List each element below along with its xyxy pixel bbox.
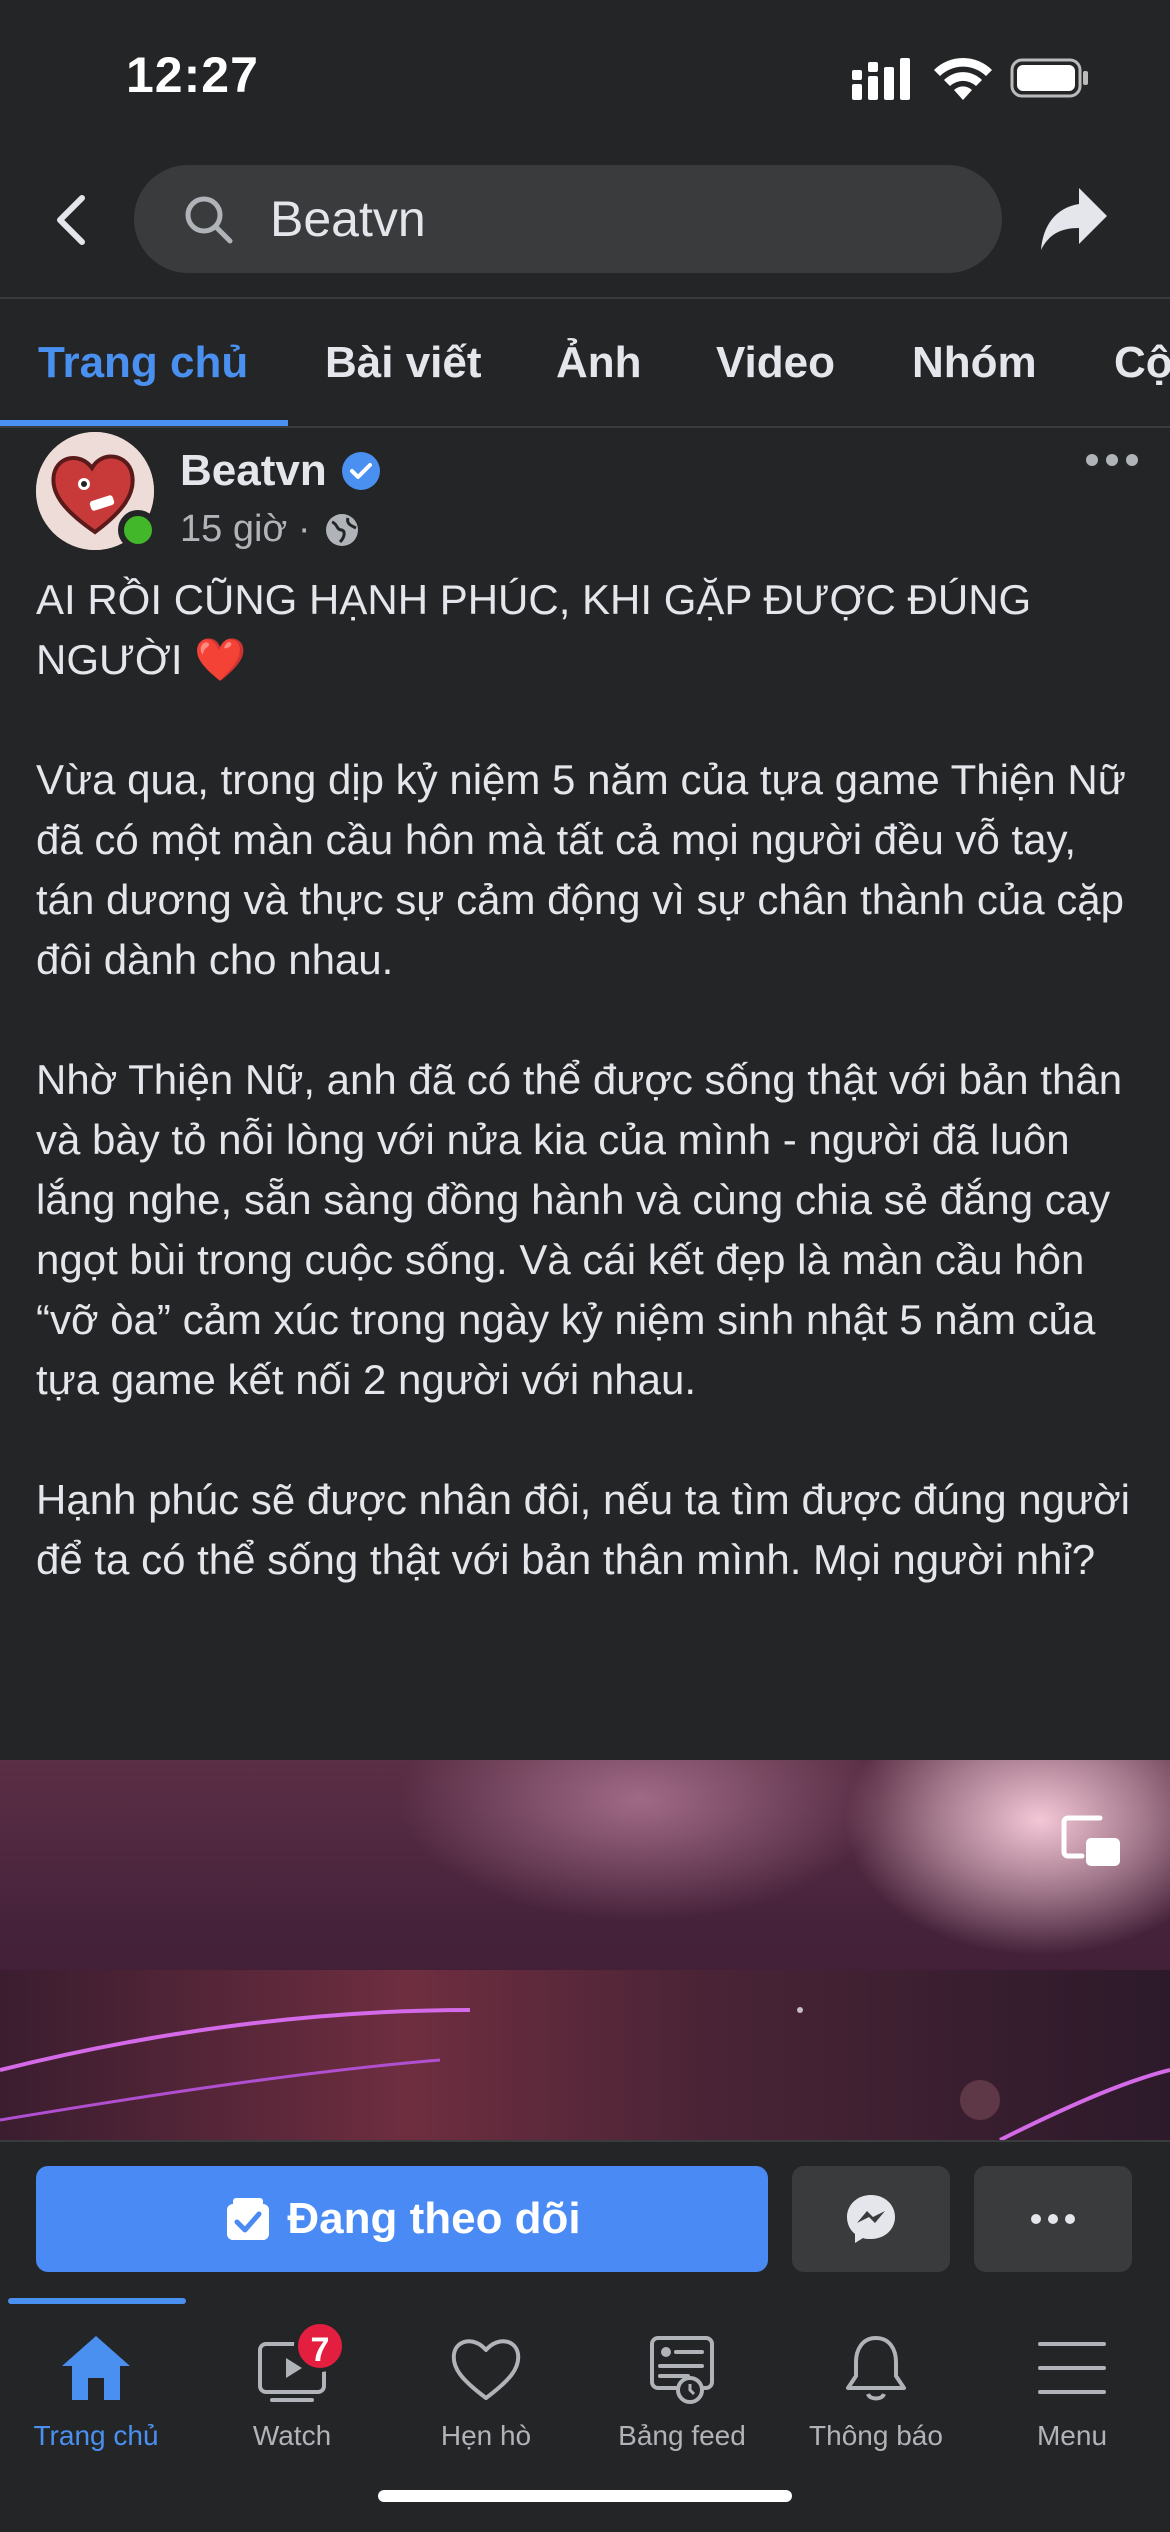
header-divider bbox=[0, 297, 1170, 299]
tab-community[interactable]: Cộ bbox=[1114, 338, 1170, 388]
nav-item-home[interactable]: Trang chủ bbox=[0, 2320, 194, 2470]
wifi-icon bbox=[934, 57, 992, 100]
share-icon bbox=[1041, 188, 1107, 250]
home-icon bbox=[62, 2336, 130, 2400]
share-button[interactable] bbox=[1034, 180, 1114, 258]
status-bar: 12:27 bbox=[0, 0, 1170, 150]
ellipsis-icon bbox=[1031, 2214, 1075, 2224]
chevron-left-icon bbox=[57, 195, 85, 245]
nav-label: Bảng feed bbox=[618, 2420, 746, 2451]
tab-home[interactable]: Trang chủ bbox=[38, 338, 248, 388]
post-video[interactable] bbox=[0, 1760, 1170, 2140]
nav-active-indicator bbox=[8, 2298, 186, 2304]
following-button[interactable]: Đang theo dõi bbox=[36, 2166, 768, 2272]
message-button[interactable] bbox=[792, 2166, 950, 2272]
signal-icon bbox=[852, 58, 910, 100]
verified-badge-icon bbox=[342, 452, 380, 490]
back-button[interactable] bbox=[40, 180, 100, 260]
nav-item-feed[interactable]: Bảng feed bbox=[584, 2320, 780, 2470]
following-check-icon bbox=[227, 2198, 270, 2240]
search-query: Beatvn bbox=[270, 191, 426, 247]
video-frame-lower bbox=[0, 1970, 1170, 2140]
following-label: Đang theo dõi bbox=[287, 2194, 581, 2243]
page-tabs: Trang chủ Bài viết Ảnh Video Nhóm Cộ bbox=[0, 300, 1170, 428]
post-author[interactable]: Beatvn bbox=[180, 446, 327, 496]
post-paragraph: Nhờ Thiện Nữ, anh đã có thể được sống th… bbox=[36, 1056, 1123, 1403]
heart-icon bbox=[451, 2339, 521, 2400]
post-text: AI RỒI CŨNG HẠNH PHÚC, KHI GẶP ĐƯỢC ĐÚNG… bbox=[36, 570, 1146, 1590]
search-icon bbox=[185, 196, 233, 244]
feed-icon bbox=[650, 2336, 714, 2404]
online-status-dot bbox=[118, 510, 158, 550]
more-actions-button[interactable] bbox=[974, 2166, 1132, 2272]
light-streaks bbox=[0, 2007, 1170, 2140]
tab-posts[interactable]: Bài viết bbox=[325, 338, 482, 388]
nav-label: Thông báo bbox=[809, 2420, 943, 2451]
post-headline: AI RỒI CŨNG HẠNH PHÚC, KHI GẶP ĐƯỢC ĐÚNG… bbox=[36, 576, 1032, 683]
app-screen: 12:27 Beatvn Trang chủ Bài viết Ảnh Vide… bbox=[0, 0, 1170, 2532]
status-time: 12:27 bbox=[126, 47, 259, 103]
messenger-icon bbox=[847, 2195, 895, 2243]
notification-badge: 7 bbox=[294, 2320, 346, 2372]
nav-item-watch[interactable]: 7 Watch bbox=[194, 2320, 390, 2470]
battery-icon bbox=[1010, 58, 1088, 98]
menu-icon bbox=[1038, 2342, 1106, 2394]
tab-photos[interactable]: Ảnh bbox=[556, 338, 642, 388]
tab-groups[interactable]: Nhóm bbox=[912, 338, 1037, 388]
nav-label: Trang chủ bbox=[33, 2420, 159, 2451]
nav-label: Watch bbox=[252, 2420, 332, 2451]
nav-item-dating[interactable]: Hẹn hò bbox=[388, 2320, 584, 2470]
post-paragraph: Hạnh phúc sẽ được nhân đôi, nếu ta tìm đ… bbox=[36, 1476, 1130, 1583]
tab-video[interactable]: Video bbox=[716, 338, 835, 388]
more-options-icon[interactable] bbox=[1080, 440, 1144, 480]
globe-icon bbox=[326, 514, 358, 546]
search-input[interactable]: Beatvn bbox=[134, 165, 1002, 273]
post-timestamp: 15 giờ · bbox=[180, 508, 311, 550]
tabs-divider bbox=[0, 426, 1170, 428]
home-indicator[interactable] bbox=[378, 2490, 792, 2502]
picture-in-picture-icon[interactable] bbox=[1060, 1812, 1124, 1872]
nav-item-menu[interactable]: Menu bbox=[974, 2320, 1170, 2470]
nav-label: Menu bbox=[1036, 2420, 1108, 2451]
post-paragraph: Vừa qua, trong dịp kỷ niệm 5 năm của tựa… bbox=[36, 756, 1126, 983]
bell-icon bbox=[846, 2336, 906, 2401]
nav-label: Hẹn hò bbox=[440, 2420, 532, 2451]
nav-item-notifications[interactable]: Thông báo bbox=[778, 2320, 974, 2470]
